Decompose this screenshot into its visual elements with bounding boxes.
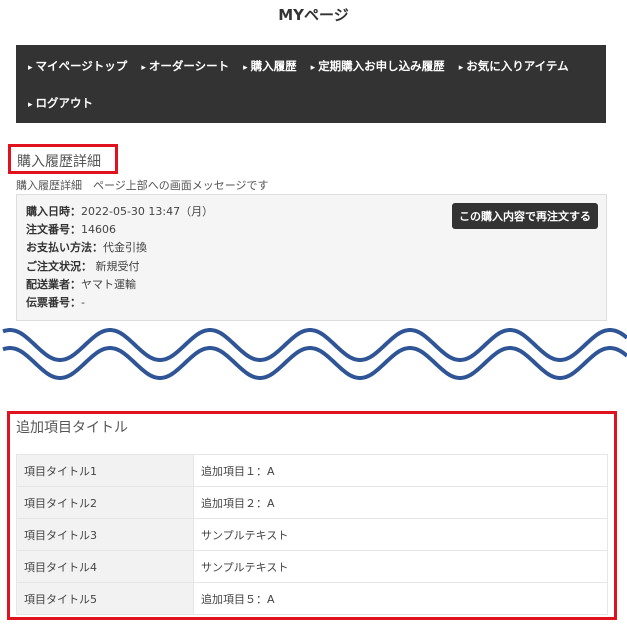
table-row: 項目タイトル5 追加項目５：A xyxy=(16,582,608,615)
item-title: 項目タイトル4 xyxy=(16,550,194,583)
wave-divider xyxy=(2,328,627,380)
reorder-button[interactable]: この購入内容で再注文する xyxy=(452,203,598,229)
additional-items-table: 項目タイトル1 追加項目１：A 項目タイトル2 追加項目２：A 項目タイトル3 サンプルテ… xyxy=(16,454,608,615)
wave-line-top xyxy=(2,328,627,362)
item-value: 追加項目５：A xyxy=(193,582,608,615)
order-status-label: ご注文状況： xyxy=(26,259,92,273)
table-row: 項目タイトル4 サンプルテキスト xyxy=(16,550,608,583)
order-status: ご注文状況： 新規受付 xyxy=(26,258,597,276)
tracking-number-label: 伝票番号： xyxy=(26,296,81,310)
nav-purchase-history[interactable]: 購入履歴 xyxy=(243,57,297,78)
item-value: サンプルテキスト xyxy=(193,550,608,583)
order-status-value: 新規受付 xyxy=(92,259,140,273)
additional-items-section: 追加項目タイトル 項目タイトル1 追加項目１：A 項目タイトル2 追加項目２：A 項目タ… xyxy=(7,411,617,620)
order-number-value: 14606 xyxy=(81,223,116,237)
item-title: 項目タイトル5 xyxy=(16,582,194,615)
order-number-label: 注文番号： xyxy=(26,223,81,237)
nav-subscription-history[interactable]: 定期購入お申し込み履歴 xyxy=(311,57,445,78)
page-message: 購入履歴詳細 ページ上部への画面メッセージです xyxy=(16,179,269,192)
nav-order-sheet[interactable]: オーダーシート xyxy=(141,57,229,78)
payment-method-value: 代金引換 xyxy=(103,241,147,255)
shipping-carrier: 配送業者：ヤマト運輸 xyxy=(26,276,597,294)
mypage-nav: マイページトップ オーダーシート 購入履歴 定期購入お申し込み履歴 お気に入りア… xyxy=(16,45,606,123)
shipping-carrier-value: ヤマト運輸 xyxy=(81,277,136,291)
payment-method: お支払い方法：代金引換 xyxy=(26,239,597,257)
nav-favorites[interactable]: お気に入りアイテム xyxy=(459,57,568,78)
nav-mypage-top[interactable]: マイページトップ xyxy=(28,57,128,78)
order-date-value: 2022-05-30 13:47（月） xyxy=(81,205,214,218)
order-summary: 購入日時：2022-05-30 13:47（月） 注文番号：14606 お支払い… xyxy=(16,194,607,321)
page-title: MYページ xyxy=(278,6,349,24)
additional-items-title: 追加項目タイトル xyxy=(16,420,128,436)
shipping-carrier-label: 配送業者： xyxy=(26,277,81,291)
item-title: 項目タイトル2 xyxy=(16,486,194,519)
payment-method-label: お支払い方法： xyxy=(26,241,103,255)
additional-items-body: 項目タイトル1 追加項目１：A 項目タイトル2 追加項目２：A 項目タイトル3 サンプルテ… xyxy=(16,454,608,615)
tracking-number: 伝票番号：- xyxy=(26,294,597,312)
table-row: 項目タイトル2 追加項目２：A xyxy=(16,486,608,519)
wave-line-bottom xyxy=(2,346,627,380)
item-value: サンプルテキスト xyxy=(193,518,608,551)
nav-logout[interactable]: ログアウト xyxy=(28,94,94,115)
table-row: 項目タイトル1 追加項目１：A xyxy=(16,454,608,487)
order-date-label: 購入日時： xyxy=(26,205,81,218)
section-heading: 購入履歴詳細 xyxy=(8,144,118,174)
tracking-number-value: - xyxy=(81,296,85,310)
item-title: 項目タイトル3 xyxy=(16,518,194,551)
table-row: 項目タイトル3 サンプルテキスト xyxy=(16,518,608,551)
item-value: 追加項目１：A xyxy=(193,454,608,487)
item-title: 項目タイトル1 xyxy=(16,454,194,487)
item-value: 追加項目２：A xyxy=(193,486,608,519)
